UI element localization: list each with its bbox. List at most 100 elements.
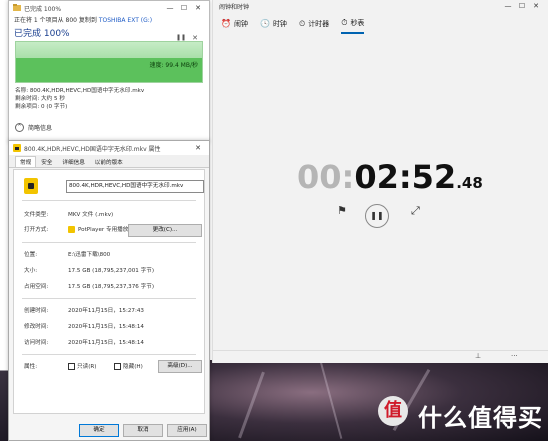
divider <box>22 200 196 201</box>
clock-bottom-bar: ⊥ ··· <box>213 350 548 363</box>
alarm-icon: ⏰ <box>221 19 231 28</box>
open-with-label: 打开方式: <box>24 227 49 233</box>
chevron-up-icon: ^ <box>15 123 24 132</box>
accessed-label: 访问时间: <box>24 340 49 346</box>
apply-button[interactable]: 应用(A) <box>167 424 207 437</box>
copy-time-left: 剩余时间: 大约 5 秒 <box>15 96 65 102</box>
watermark-text: 什么值得买 <box>418 404 543 432</box>
tab-general[interactable]: 常规 <box>15 156 37 167</box>
divider <box>22 298 196 299</box>
copy-description-text: 正在将 1 个项目从 800 复制到 <box>14 17 99 24</box>
watermark-logo: 值 <box>378 396 408 426</box>
close-button[interactable]: ✕ <box>191 144 205 152</box>
less-info-toggle[interactable]: ^ 简略信息 <box>15 123 52 132</box>
tab-stopwatch-label: 秒表 <box>350 18 365 27</box>
tab-previous-versions[interactable]: 以前的版本 <box>90 156 128 167</box>
copy-titlebar: 已完成 100% — ☐ ✕ <box>9 1 209 15</box>
file-type-row: 文件类型: MKV 文件 (.mkv) <box>24 210 113 218</box>
clock-titlebar: 闹钟和时钟 — ☐ ✕ <box>213 0 548 12</box>
general-panel: 800.4K,HDR,HEVC,HD国语中字无水印.mkv 文件类型: MKV … <box>13 169 205 414</box>
filename-input[interactable]: 800.4K,HDR,HEVC,HD国语中字无水印.mkv <box>66 180 204 193</box>
modified-value: 2020年11月15日，15:48:14 <box>68 324 144 330</box>
pause-button[interactable]: ❚❚ <box>365 204 389 228</box>
file-type-value: MKV 文件 (.mkv) <box>68 212 114 218</box>
checkbox-icon <box>68 363 75 370</box>
stopwatch-hours: 00 <box>297 158 342 196</box>
disk-size-label: 占用空间: <box>24 284 49 290</box>
created-label: 创建时间: <box>24 308 49 314</box>
copy-file-name: 名称: 800.4K,HDR,HEVC,HD国语中字无水印.mkv <box>15 88 145 94</box>
less-info-label: 简略信息 <box>28 125 53 132</box>
pause-icon: ❚❚ <box>370 211 384 220</box>
pause-icon[interactable]: ❚❚ <box>176 34 186 41</box>
copy-destination-link[interactable]: TOSHIBA EXT (G:) <box>99 17 152 24</box>
tab-security[interactable]: 安全 <box>36 156 57 167</box>
pin-icon[interactable]: ⊥ <box>475 352 481 360</box>
size-value: 17.5 GB (18,795,237,001 字节) <box>68 268 154 274</box>
tab-details[interactable]: 详细信息 <box>57 156 89 167</box>
stopwatch-minutes-seconds: 02:52 <box>354 158 457 196</box>
close-button[interactable]: ✕ <box>191 4 205 12</box>
cancel-button[interactable]: 取消 <box>123 424 163 437</box>
modified-row: 修改时间: 2020年11月15日，15:48:14 <box>24 322 144 330</box>
tab-timer[interactable]: ⏲ 计时器 <box>299 16 329 34</box>
hidden-label: 隐藏(H) <box>123 364 143 370</box>
divider <box>22 242 196 243</box>
tab-timer-label: 计时器 <box>308 19 330 28</box>
ok-button[interactable]: 确定 <box>79 424 119 437</box>
close-button[interactable]: ✕ <box>529 2 543 10</box>
close-icon[interactable]: ✕ <box>192 34 198 42</box>
clock-title: 闹钟和时钟 <box>219 3 250 11</box>
timer-icon: ⏲ <box>298 18 306 28</box>
copy-window-title: 已完成 100% <box>24 5 62 13</box>
disk-size-row: 占用空间: 17.5 GB (18,795,237,376 字节) <box>24 282 154 290</box>
maximize-button[interactable]: ☐ <box>177 4 191 12</box>
hidden-checkbox[interactable]: 隐藏(H) <box>114 362 143 370</box>
copy-speed-graph: ❚❚ ✕ 速度: 99.4 MB/秒 <box>15 34 203 83</box>
file-icon <box>13 144 21 152</box>
properties-window: 800.4K,HDR,HEVC,HD国语中字无水印.mkv 属性 ✕ 常规 安全… <box>8 140 210 441</box>
clock-icon: 🕓 <box>259 19 270 28</box>
attributes-label: 属性: <box>24 364 38 370</box>
flag-icon[interactable]: ⚑ <box>337 204 347 217</box>
size-row: 大小: 17.5 GB (18,795,237,001 字节) <box>24 266 154 274</box>
created-value: 2020年11月15日，15:27:43 <box>68 308 144 314</box>
copy-items-left: 剩余项目: 0 (0 字节) <box>15 104 68 110</box>
tab-alarm[interactable]: ⏰ 闹钟 <box>221 16 248 34</box>
tab-world-clock[interactable]: 🕓 时钟 <box>260 16 287 34</box>
minimize-button[interactable]: — <box>163 4 177 12</box>
tab-clock-label: 时钟 <box>272 19 287 28</box>
copy-progress-window: 已完成 100% — ☐ ✕ 正在将 1 个项目从 800 复制到 TOSHIB… <box>8 0 210 142</box>
file-type-label: 文件类型: <box>24 212 49 218</box>
file-header <box>24 178 38 194</box>
location-value: E:\迅雷下载\800 <box>68 252 111 258</box>
readonly-label: 只读(R) <box>77 364 97 370</box>
stopwatch-icon: ⏱ <box>341 17 348 27</box>
clock-tabs: ⏰ 闹钟 🕓 时钟 ⏲ 计时器 ⏱ 秒表 <box>213 12 548 34</box>
change-button[interactable]: 更改(C)... <box>128 224 202 237</box>
mkv-file-icon <box>24 178 38 194</box>
potplayer-icon <box>68 226 75 233</box>
stopwatch-separator: : <box>341 158 355 196</box>
location-label: 位置: <box>24 252 38 258</box>
copy-info: 名称: 800.4K,HDR,HEVC,HD国语中字无水印.mkv 剩余时间: … <box>15 87 144 111</box>
copy-description: 正在将 1 个项目从 800 复制到 TOSHIBA EXT (G:) <box>9 15 209 24</box>
created-row: 创建时间: 2020年11月15日，15:27:43 <box>24 306 144 314</box>
stopwatch-centiseconds: .48 <box>456 174 483 192</box>
accessed-row: 访问时间: 2020年11月15日，15:48:14 <box>24 338 144 346</box>
expand-icon[interactable]: ⤢ <box>411 204 420 218</box>
more-icon[interactable]: ··· <box>511 352 518 360</box>
tab-alarm-label: 闹钟 <box>233 19 248 28</box>
stopwatch-display: 00:02:52.48 <box>297 158 497 196</box>
modified-label: 修改时间: <box>24 324 49 330</box>
location-row: 位置: E:\迅雷下载\800 <box>24 250 110 258</box>
accessed-value: 2020年11月15日，15:48:14 <box>68 340 144 346</box>
clock-window: 闹钟和时钟 — ☐ ✕ ⏰ 闹钟 🕓 时钟 ⏲ 计时器 ⏱ 秒表 00:02:5… <box>212 0 548 363</box>
divider <box>22 354 196 355</box>
maximize-button[interactable]: ☐ <box>515 2 529 10</box>
tab-stopwatch[interactable]: ⏱ 秒表 <box>341 16 365 34</box>
checkbox-icon <box>114 363 121 370</box>
advanced-button[interactable]: 高级(D)... <box>158 360 202 373</box>
readonly-checkbox[interactable]: 只读(R) <box>68 362 96 370</box>
minimize-button[interactable]: — <box>501 2 515 10</box>
